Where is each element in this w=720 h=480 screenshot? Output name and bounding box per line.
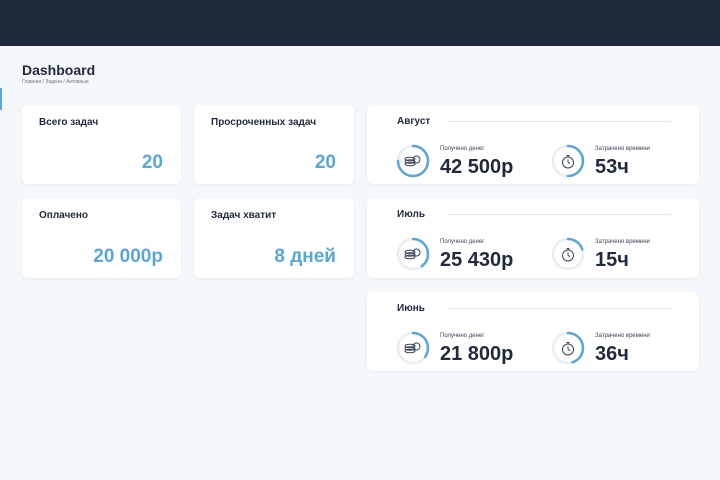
top-navigation-bar bbox=[0, 0, 720, 46]
stopwatch-icon bbox=[551, 237, 585, 271]
stat-card-label: Просроченных задач bbox=[211, 117, 316, 128]
money-label: Получено денег bbox=[440, 239, 485, 245]
stopwatch-icon bbox=[551, 144, 585, 178]
money-value: 21 800р bbox=[440, 343, 514, 365]
stat-card-tasks-remaining: Задач хватит 8 дней bbox=[194, 198, 354, 278]
stat-card-label: Всего задач bbox=[39, 117, 99, 128]
sidebar-active-indicator bbox=[0, 88, 2, 110]
month-card-august: Август Получено денег 42 500р Затрачено … bbox=[367, 105, 699, 184]
coins-icon bbox=[396, 331, 430, 365]
money-label: Получено денег bbox=[440, 333, 485, 339]
time-value: 53ч bbox=[595, 156, 629, 178]
month-divider bbox=[447, 214, 671, 215]
money-label: Получено денег bbox=[440, 146, 485, 152]
month-divider bbox=[447, 121, 671, 122]
time-value: 36ч bbox=[595, 343, 629, 365]
stopwatch-icon bbox=[551, 331, 585, 365]
page-title: Dashboard bbox=[22, 62, 96, 78]
stat-card-overdue-tasks: Просроченных задач 20 bbox=[194, 105, 354, 184]
stat-card-label: Задач хватит bbox=[211, 210, 277, 221]
money-value: 25 430р bbox=[440, 249, 514, 271]
month-card-july: Июль Получено денег 25 430р Затрачено вр… bbox=[367, 198, 699, 278]
money-value: 42 500р bbox=[440, 156, 514, 178]
time-value: 15ч bbox=[595, 249, 629, 271]
month-card-june: Июнь Получено денег 21 800р Затрачено вр… bbox=[367, 292, 699, 371]
time-label: Затрачено времени bbox=[595, 239, 650, 245]
time-label: Затрачено времени bbox=[595, 146, 650, 152]
month-title: Август bbox=[397, 116, 431, 127]
month-title: Июнь bbox=[397, 303, 425, 314]
coins-icon bbox=[396, 144, 430, 178]
stat-card-value: 20 bbox=[141, 152, 163, 173]
breadcrumb[interactable]: Главная / Задачи / Активные bbox=[22, 79, 89, 85]
stat-card-paid: Оплачено 20 000р bbox=[22, 198, 181, 278]
month-divider bbox=[447, 308, 671, 309]
time-label: Затрачено времени bbox=[595, 333, 650, 339]
month-title: Июль bbox=[397, 209, 425, 220]
stat-card-value: 20 000р bbox=[93, 246, 163, 267]
stat-card-value: 20 bbox=[314, 152, 336, 173]
stat-card-total-tasks: Всего задач 20 bbox=[22, 105, 181, 184]
stat-card-label: Оплачено bbox=[39, 210, 88, 221]
coins-icon bbox=[396, 237, 430, 271]
stat-card-value: 8 дней bbox=[274, 246, 336, 267]
